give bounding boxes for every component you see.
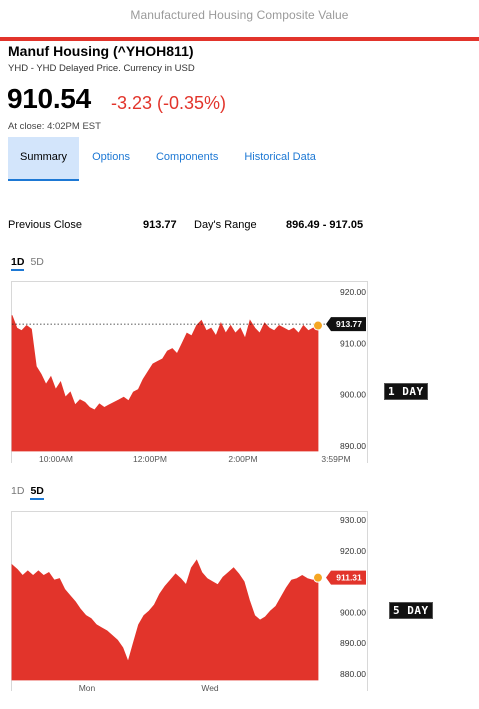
last-price-flag-label: 911.31 [336,573,362,583]
y-tick-label: 920.00 [340,546,366,556]
five-day-tag: 5 DAY [389,602,433,619]
price-area [11,559,319,681]
last-price-marker [313,572,323,583]
y-tick-label: 890.00 [340,638,366,648]
y-tick-label: 900.00 [340,607,366,617]
y-tick-label: 880.00 [340,669,366,679]
x-tick-label: Wed [201,683,219,693]
y-tick-label: 930.00 [340,515,366,525]
x-tick-label: Mon [79,683,96,693]
